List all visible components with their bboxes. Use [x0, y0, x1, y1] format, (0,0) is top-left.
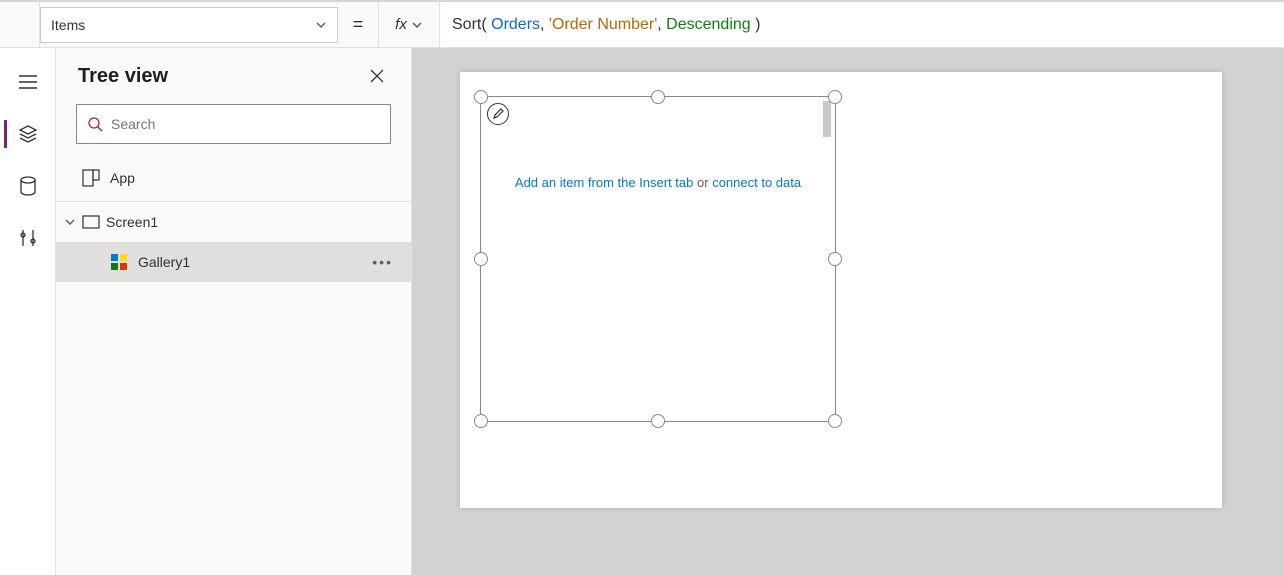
hamburger-button[interactable]	[4, 60, 52, 104]
pencil-icon	[492, 108, 504, 120]
treeview-close-button[interactable]	[361, 60, 393, 92]
body-row: Tree view App Screen1 Gallery1	[0, 48, 1284, 575]
tools-rail-button[interactable]	[4, 216, 52, 260]
more-button[interactable]: •••	[372, 254, 393, 270]
resize-handle-n[interactable]	[651, 90, 665, 104]
property-value: Items	[51, 17, 85, 33]
chevron-down-icon	[411, 19, 423, 31]
treeview-search[interactable]	[76, 104, 391, 144]
chevron-down-icon	[315, 19, 327, 31]
treeview-gallery-row[interactable]: Gallery1 •••	[56, 242, 411, 282]
formula-bar: Items = fx Sort( Orders, 'Order Number',…	[0, 0, 1284, 48]
hamburger-icon	[19, 75, 37, 89]
layers-icon	[18, 124, 38, 144]
resize-handle-w[interactable]	[474, 252, 488, 266]
chevron-down-icon	[64, 216, 76, 228]
fx-label: fx	[395, 16, 407, 33]
treeview-rail-button[interactable]	[4, 112, 52, 156]
close-icon	[370, 69, 384, 83]
screen-label: Screen1	[106, 214, 158, 230]
gallery-scrollbar[interactable]	[823, 101, 831, 137]
search-input[interactable]	[111, 116, 380, 132]
treeview-panel: Tree view App Screen1 Gallery1	[56, 48, 412, 575]
insert-link[interactable]: Add an item from the Insert tab	[515, 175, 693, 190]
gallery-label: Gallery1	[138, 254, 190, 270]
gallery-control[interactable]: Add an item from the Insert tab or conne…	[480, 96, 836, 422]
canvas-area: Add an item from the Insert tab or conne…	[412, 48, 1284, 575]
edit-badge[interactable]	[487, 103, 509, 125]
treeview-title: Tree view	[78, 65, 168, 88]
equals-label: =	[338, 14, 378, 35]
treeview-header: Tree view	[56, 48, 411, 104]
resize-handle-se[interactable]	[828, 414, 842, 428]
treeview-screen-row[interactable]: Screen1	[56, 202, 411, 242]
left-rail	[0, 48, 56, 575]
formula-input[interactable]: Sort( Orders, 'Order Number', Descending…	[440, 2, 1284, 47]
resize-handle-ne[interactable]	[828, 90, 842, 104]
topbar-spacer	[0, 2, 40, 47]
data-rail-button[interactable]	[4, 164, 52, 208]
connect-data-link[interactable]: connect to data	[712, 175, 801, 190]
resize-handle-sw[interactable]	[474, 414, 488, 428]
fx-dropdown[interactable]: fx	[378, 2, 440, 47]
resize-handle-nw[interactable]	[474, 90, 488, 104]
screen-canvas[interactable]: Add an item from the Insert tab or conne…	[460, 72, 1222, 508]
search-icon	[87, 116, 103, 132]
app-icon	[82, 169, 100, 187]
screen-icon	[82, 215, 100, 229]
treeview-app-row[interactable]: App	[56, 154, 411, 202]
sliders-icon	[19, 228, 37, 248]
resize-handle-e[interactable]	[828, 252, 842, 266]
database-icon	[19, 176, 37, 196]
gallery-icon	[110, 253, 128, 271]
property-dropdown[interactable]: Items	[40, 7, 338, 43]
resize-handle-s[interactable]	[651, 414, 665, 428]
gallery-placeholder: Add an item from the Insert tab or conne…	[481, 175, 835, 190]
app-label: App	[110, 170, 135, 186]
